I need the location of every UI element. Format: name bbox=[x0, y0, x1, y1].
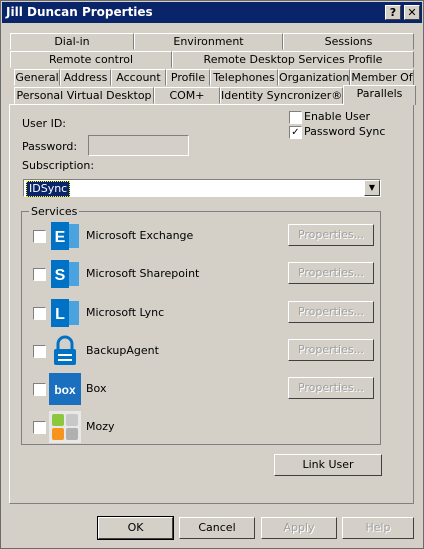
properties-button[interactable]: Properties... bbox=[288, 262, 374, 284]
properties-dialog: Jill Duncan Properties ? ✕ Dial-in Envir… bbox=[0, 0, 424, 549]
svg-text:L: L bbox=[55, 306, 65, 323]
tab-environment[interactable]: Environment bbox=[134, 33, 283, 50]
service-label: Microsoft Sharepoint bbox=[86, 267, 200, 280]
enable-user-checkbox[interactable] bbox=[289, 111, 302, 124]
svg-text:E: E bbox=[55, 229, 66, 246]
tab-rds-profile[interactable]: Remote Desktop Services Profile bbox=[172, 51, 414, 68]
service-checkbox[interactable] bbox=[33, 345, 46, 358]
properties-button[interactable]: Properties... bbox=[288, 224, 374, 246]
ok-button[interactable]: OK bbox=[97, 516, 174, 540]
tab-identity-syncronizer[interactable]: Identity Syncronizer® bbox=[220, 87, 343, 104]
subscription-select[interactable]: IDSync - 68 ▼ bbox=[23, 179, 381, 197]
tab-telephones[interactable]: Telephones bbox=[210, 69, 278, 86]
properties-button[interactable]: Properties... bbox=[288, 301, 374, 323]
mozy-icon bbox=[49, 411, 81, 443]
tab-account[interactable]: Account bbox=[111, 69, 166, 86]
chevron-down-icon[interactable]: ▼ bbox=[364, 180, 380, 196]
service-checkbox[interactable] bbox=[33, 421, 46, 434]
password-label: Password: bbox=[22, 140, 78, 153]
tab-dial-in[interactable]: Dial-in bbox=[10, 33, 134, 50]
title-bar: Jill Duncan Properties ? ✕ bbox=[2, 2, 422, 23]
lock-icon bbox=[49, 335, 81, 367]
subscription-value: IDSync - 68 bbox=[26, 181, 92, 197]
service-label: BackupAgent bbox=[86, 344, 159, 357]
services-group-label: Services bbox=[29, 205, 80, 218]
tab-member-of[interactable]: Member Of bbox=[350, 69, 414, 86]
service-label: Mozy bbox=[86, 420, 115, 433]
tab-profile[interactable]: Profile bbox=[166, 69, 210, 86]
help-button[interactable]: Help bbox=[342, 517, 414, 539]
tab-com-plus[interactable]: COM+ bbox=[154, 87, 220, 104]
service-checkbox[interactable] bbox=[33, 230, 46, 243]
apply-button[interactable]: Apply bbox=[261, 517, 337, 539]
tab-organization[interactable]: Organization bbox=[278, 69, 350, 86]
service-label: Microsoft Lync bbox=[86, 306, 165, 319]
service-label: Microsoft Exchange bbox=[86, 229, 194, 242]
window-title: Jill Duncan Properties bbox=[6, 5, 153, 19]
password-field[interactable] bbox=[88, 135, 189, 156]
tab-remote-control[interactable]: Remote control bbox=[10, 51, 172, 68]
lync-icon: L bbox=[49, 297, 81, 329]
svg-text:S: S bbox=[55, 267, 66, 284]
tab-sessions[interactable]: Sessions bbox=[283, 33, 414, 50]
cancel-button[interactable]: Cancel bbox=[179, 517, 255, 539]
tab-parallels[interactable]: Parallels bbox=[343, 85, 416, 105]
password-sync-label: Password Sync bbox=[304, 125, 386, 138]
enable-user-label: Enable User bbox=[304, 110, 371, 123]
user-id-label: User ID: bbox=[22, 117, 66, 130]
subscription-label: Subscription: bbox=[22, 159, 95, 172]
svg-text:box: box bbox=[54, 383, 76, 397]
tab-address[interactable]: Address bbox=[60, 69, 111, 86]
service-checkbox[interactable] bbox=[33, 307, 46, 320]
box-icon: box bbox=[49, 373, 81, 405]
sharepoint-icon: S bbox=[49, 258, 81, 290]
service-checkbox[interactable] bbox=[33, 268, 46, 281]
properties-button[interactable]: Properties... bbox=[288, 339, 374, 361]
exchange-icon: E bbox=[49, 220, 81, 252]
password-sync-checkbox[interactable]: ✓ bbox=[289, 126, 302, 139]
properties-button[interactable]: Properties... bbox=[288, 377, 374, 399]
close-icon[interactable]: ✕ bbox=[404, 5, 420, 20]
service-checkbox[interactable] bbox=[33, 383, 46, 396]
link-user-button[interactable]: Link User bbox=[274, 454, 382, 476]
tab-personal-virtual-desktop[interactable]: Personal Virtual Desktop bbox=[14, 87, 154, 104]
service-label: Box bbox=[86, 382, 107, 395]
tab-general[interactable]: General bbox=[14, 69, 60, 86]
help-title-button[interactable]: ? bbox=[385, 5, 401, 20]
